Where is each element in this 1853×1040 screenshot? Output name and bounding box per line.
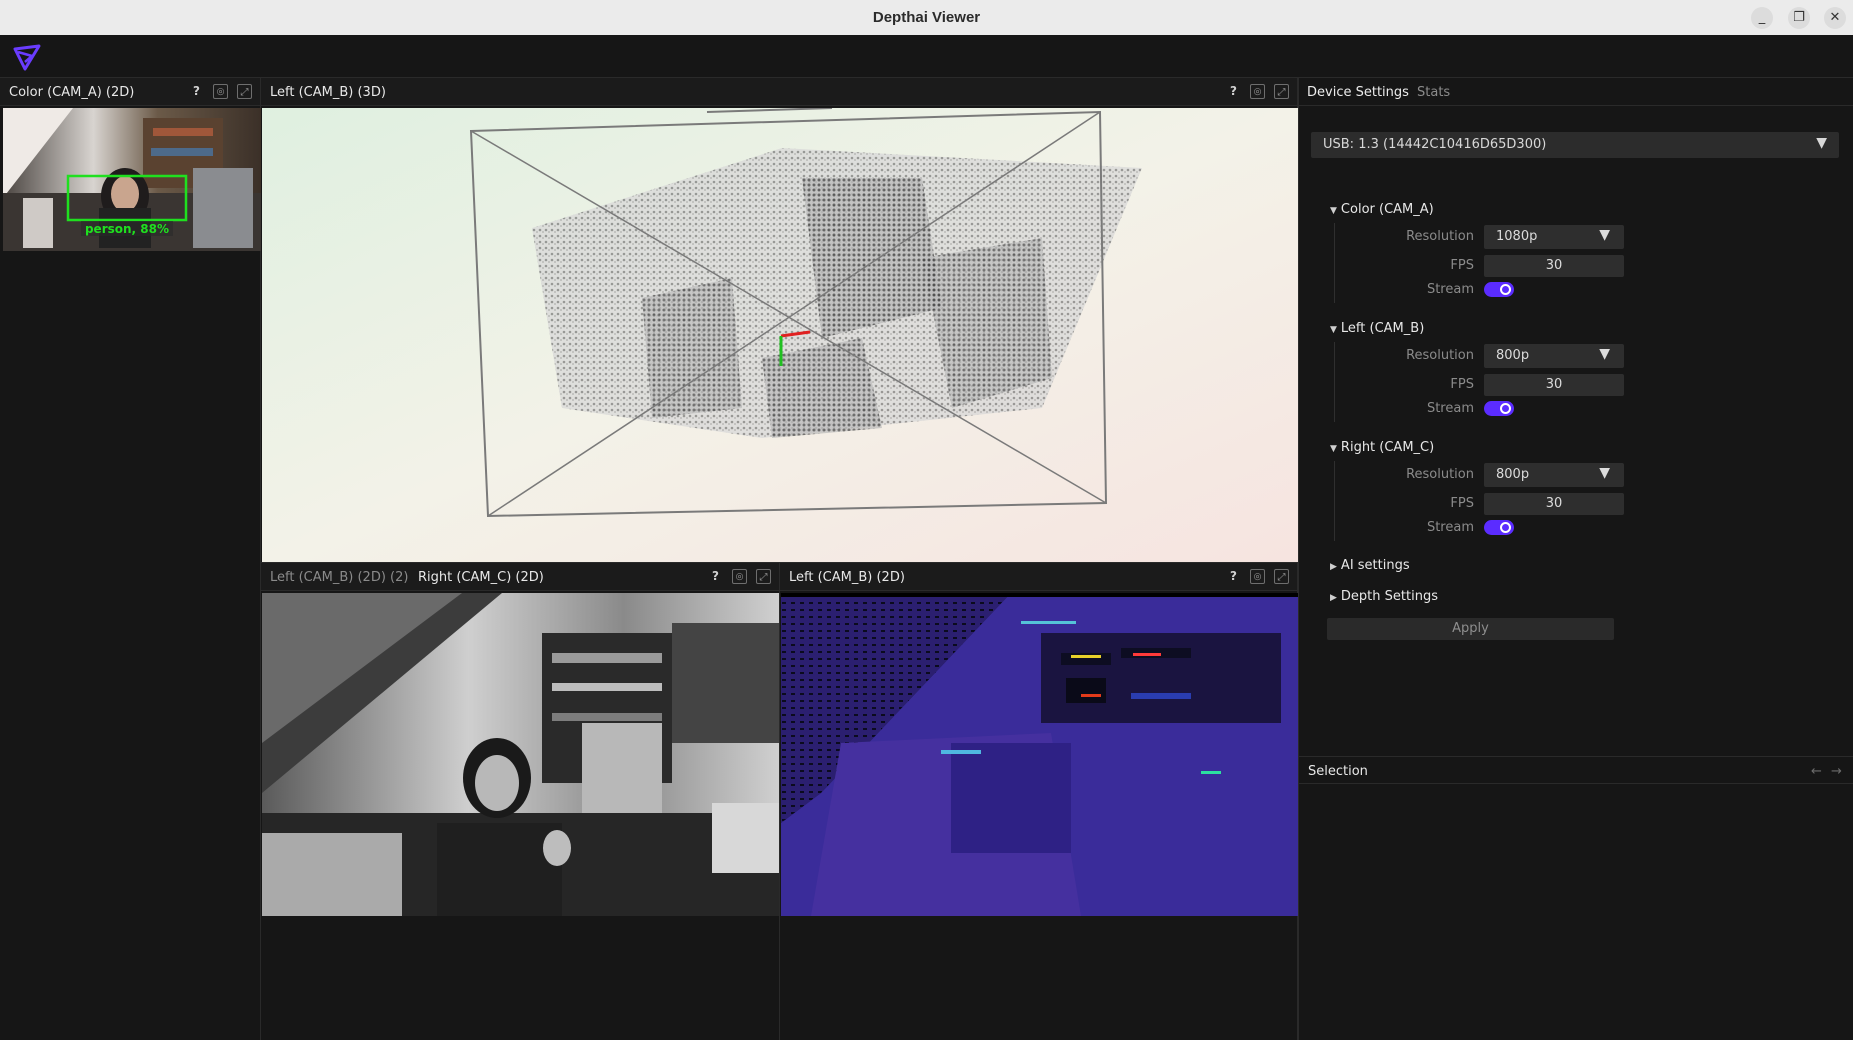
section-title: Left (CAM_B)	[1340, 321, 1425, 336]
depthai-logo-icon	[13, 44, 41, 71]
device-select-value: USB: 1.3 (14442C10416D65D300)	[1323, 137, 1547, 152]
point-cloud-panel: Left (CAM_B) (3D) ? ◎ ⤢	[261, 78, 1298, 562]
close-window-button[interactable]: ✕	[1824, 7, 1846, 29]
screenshot-icon[interactable]: ◎	[1250, 84, 1265, 99]
fps-input[interactable]: 30	[1484, 255, 1624, 277]
section-depth-settings[interactable]: ▶ Depth Settings	[1330, 589, 1438, 604]
tab-left-cam-b-2d[interactable]: Left (CAM_B) (2D) (2)	[270, 570, 408, 585]
stream-label: Stream	[1426, 520, 1474, 535]
screenshot-icon[interactable]: ◎	[1250, 569, 1265, 584]
forward-arrow-icon[interactable]: →	[1831, 764, 1842, 779]
resolution-label: Resolution	[1406, 467, 1474, 482]
point-cloud-3d-view[interactable]	[262, 108, 1298, 562]
section-title: AI settings	[1340, 558, 1410, 573]
screenshot-icon[interactable]: ◎	[732, 569, 747, 584]
section-title: Depth Settings	[1340, 589, 1438, 604]
help-icon[interactable]: ?	[708, 569, 723, 584]
chevron-down-icon: ▼	[1599, 346, 1610, 362]
resolution-select[interactable]: 1080p ▼	[1484, 225, 1624, 249]
stream-toggle[interactable]	[1484, 520, 1514, 535]
right-camera-image[interactable]	[262, 593, 779, 916]
depth-image[interactable]	[781, 593, 1298, 916]
screenshot-icon[interactable]: ◎	[213, 84, 228, 99]
section-guide-line	[1334, 342, 1335, 422]
section-right-cam-c[interactable]: ▼ Right (CAM_C)	[1330, 440, 1434, 455]
tab-right-cam-c-2d[interactable]: Right (CAM_C) (2D)	[418, 570, 544, 585]
resolution-value: 800p	[1496, 348, 1530, 363]
color-camera-image[interactable]: person, 88%	[3, 108, 261, 251]
panel-header: Color (CAM_A) (2D) ? ◎ ⤢	[0, 78, 260, 106]
resolution-select[interactable]: 800p ▼	[1484, 344, 1624, 368]
section-title: Right (CAM_C)	[1340, 440, 1435, 455]
panel-title: Left (CAM_B) (3D)	[270, 85, 386, 100]
maximize-view-icon[interactable]: ⤢	[1274, 84, 1289, 99]
expand-triangle-icon: ▶	[1330, 593, 1337, 603]
resolution-label: Resolution	[1406, 348, 1474, 363]
toggle-knob	[1500, 403, 1511, 414]
section-guide-line	[1334, 461, 1335, 541]
back-arrow-icon[interactable]: ←	[1811, 764, 1822, 779]
section-ai-settings[interactable]: ▶ AI settings	[1330, 558, 1410, 573]
section-color-cam-a[interactable]: ▼ Color (CAM_A)	[1330, 202, 1434, 217]
chevron-down-icon: ▼	[1816, 135, 1827, 151]
minimize-button[interactable]: _	[1751, 7, 1773, 29]
maximize-view-icon[interactable]: ⤢	[1274, 569, 1289, 584]
panel-header: Left (CAM_B) (3D) ? ◎ ⤢	[261, 78, 1297, 106]
mono-camera-panel: Left (CAM_B) (2D) (2) Right (CAM_C) (2D)…	[261, 562, 780, 1040]
sidebar-tabs: Device Settings Stats	[1299, 78, 1853, 106]
stream-toggle[interactable]	[1484, 401, 1514, 416]
color-camera-panel: Color (CAM_A) (2D) ? ◎ ⤢ person, 88%	[0, 78, 261, 1040]
help-icon[interactable]: ?	[1226, 569, 1241, 584]
chevron-down-icon: ▼	[1599, 227, 1610, 243]
selection-panel-header: Selection ← →	[1299, 756, 1853, 784]
section-left-cam-b[interactable]: ▼ Left (CAM_B)	[1330, 321, 1424, 336]
fps-input[interactable]: 30	[1484, 374, 1624, 396]
resolution-select[interactable]: 800p ▼	[1484, 463, 1624, 487]
fps-label: FPS	[1450, 377, 1474, 392]
toggle-knob	[1500, 522, 1511, 533]
resolution-value: 1080p	[1496, 229, 1538, 244]
section-title: Color (CAM_A)	[1340, 202, 1434, 217]
window-titlebar: Depthai Viewer _ ❐ ✕	[0, 0, 1853, 35]
collapse-triangle-icon: ▼	[1330, 325, 1337, 335]
fps-input[interactable]: 30	[1484, 493, 1624, 515]
collapse-triangle-icon: ▼	[1330, 206, 1337, 216]
resolution-label: Resolution	[1406, 229, 1474, 244]
stream-toggle[interactable]	[1484, 282, 1514, 297]
help-icon[interactable]: ?	[1226, 84, 1241, 99]
panel-title: Left (CAM_B) (2D)	[789, 570, 905, 585]
maximize-view-icon[interactable]: ⤢	[756, 569, 771, 584]
maximize-button[interactable]: ❐	[1788, 7, 1810, 29]
device-select[interactable]: USB: 1.3 (14442C10416D65D300) ▼	[1311, 132, 1839, 158]
tab-device-settings[interactable]: Device Settings	[1307, 85, 1409, 100]
window-title: Depthai Viewer	[872, 9, 981, 26]
detection-label: person, 88%	[85, 222, 169, 236]
depth-panel: Left (CAM_B) (2D) ? ◎ ⤢	[780, 562, 1298, 1040]
help-icon[interactable]: ?	[189, 84, 204, 99]
device-settings-panel: Device Settings Stats USB: 1.3 (14442C10…	[1298, 78, 1853, 1040]
selection-title: Selection	[1308, 764, 1368, 779]
expand-triangle-icon: ▶	[1330, 562, 1337, 572]
section-guide-line	[1334, 223, 1335, 303]
fps-label: FPS	[1450, 496, 1474, 511]
toggle-knob	[1500, 284, 1511, 295]
panel-title: Color (CAM_A) (2D)	[9, 85, 135, 100]
stream-label: Stream	[1426, 282, 1474, 297]
maximize-view-icon[interactable]: ⤢	[237, 84, 252, 99]
fps-label: FPS	[1450, 258, 1474, 273]
app-toolbar	[0, 35, 1853, 78]
apply-button[interactable]: Apply	[1327, 618, 1614, 640]
panel-header: Left (CAM_B) (2D) (2) Right (CAM_C) (2D)…	[261, 563, 779, 591]
collapse-triangle-icon: ▼	[1330, 444, 1337, 454]
chevron-down-icon: ▼	[1599, 465, 1610, 481]
resolution-value: 800p	[1496, 467, 1530, 482]
panel-header: Left (CAM_B) (2D) ? ◎ ⤢	[780, 563, 1297, 591]
tab-stats[interactable]: Stats	[1417, 85, 1450, 100]
stream-label: Stream	[1426, 401, 1474, 416]
